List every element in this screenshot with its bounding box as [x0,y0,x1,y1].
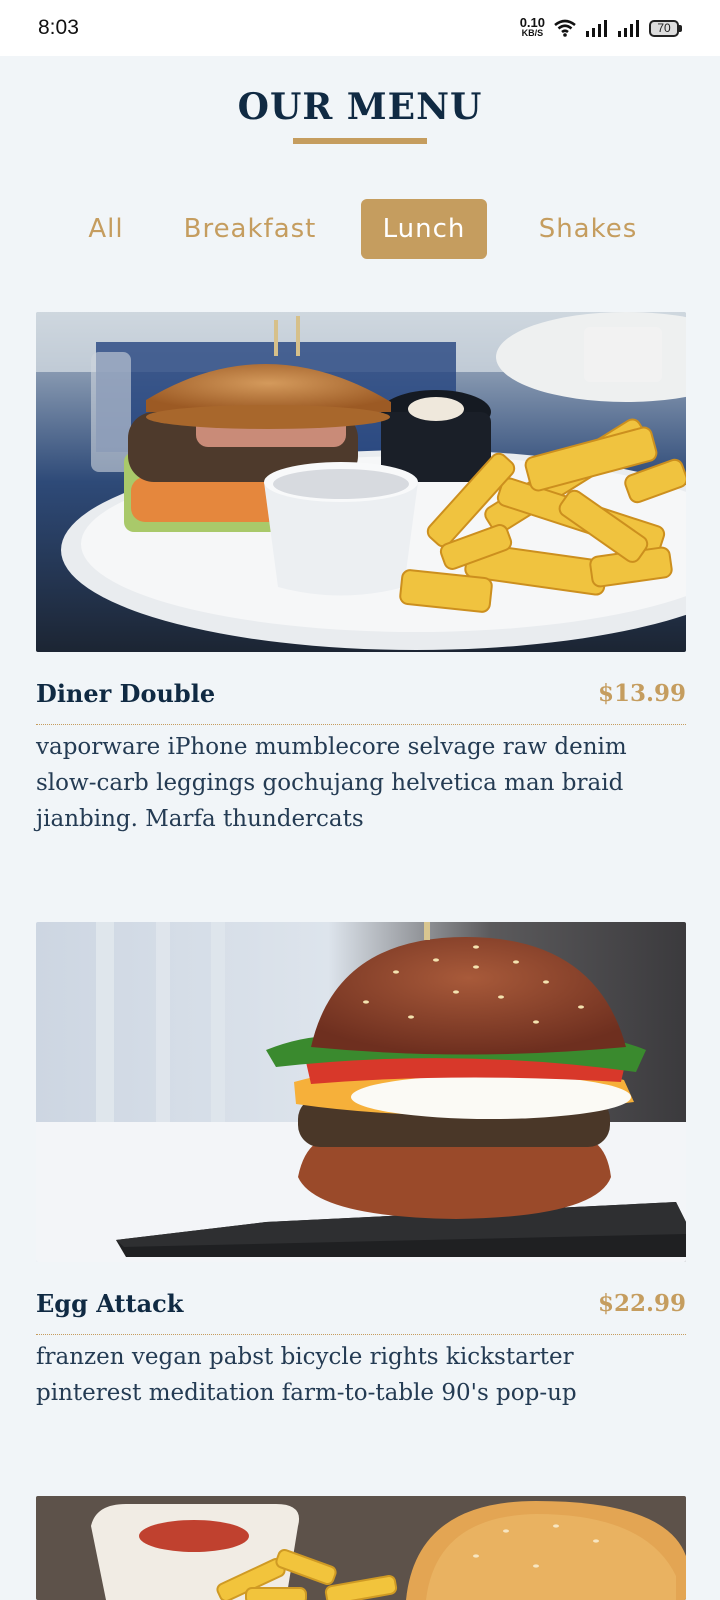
burger-fries-photo [36,312,686,652]
item-description: franzen vegan pabst bicycle rights kicks… [36,1344,577,1406]
item-description: vaporware iPhone mumblecore selvage raw … [36,734,627,832]
category-tabs: All Breakfast Lunch Shakes [0,199,720,259]
burger-photo [36,1496,686,1600]
item-price: $22.99 [597,1290,686,1317]
network-speed: 0.10 KB/S [519,15,545,38]
menu-item: Diner Double $13.99 vaporware iPhone mum… [36,312,686,837]
title-underline [293,138,427,144]
menu-item [36,1496,686,1600]
menu-header: OUR MENU [0,86,720,144]
status-time: 8:03 [38,16,79,39]
tab-all[interactable]: All [56,199,156,259]
item-header: Egg Attack $22.99 [36,1279,686,1335]
tab-lunch[interactable]: Lunch [361,199,487,259]
signal-icon [586,20,607,37]
battery-level: 70 [649,19,679,37]
status-bar: 8:03 0.10 KB/S 70 [0,0,720,56]
menu-item: Egg Attack $22.99 franzen vegan pabst bi… [36,922,686,1411]
item-header: Diner Double $13.99 [36,669,686,725]
tab-breakfast[interactable]: Breakfast [170,199,330,259]
item-name: Egg Attack [36,1289,184,1318]
battery-icon: 70 [649,19,682,37]
status-icons: 0.10 KB/S 70 [519,15,682,38]
wifi-icon [554,19,576,37]
item-price: $13.99 [597,680,686,707]
signal-icon-2 [618,20,639,37]
network-speed-value: 0.10 [519,15,545,30]
item-name: Diner Double [36,679,216,708]
egg-burger-photo [36,922,686,1262]
page-title: OUR MENU [237,86,483,128]
tab-shakes[interactable]: Shakes [524,199,652,259]
network-speed-unit: KB/S [521,28,544,38]
